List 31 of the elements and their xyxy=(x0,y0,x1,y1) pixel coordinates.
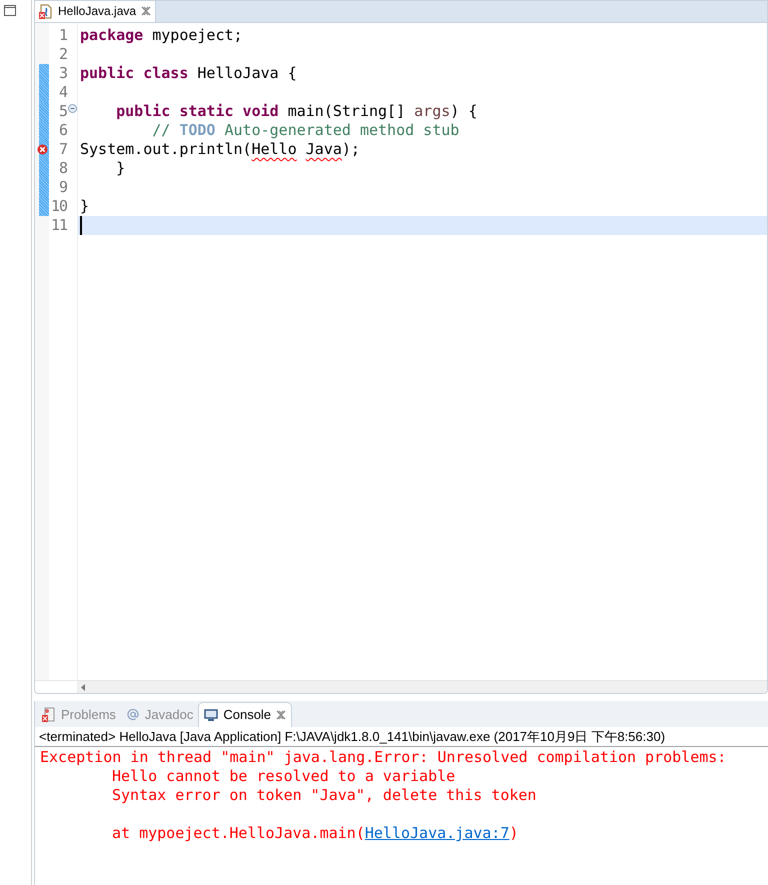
console-line: Hello cannot be resolved to a variable xyxy=(112,767,456,785)
problems-icon xyxy=(42,707,56,722)
panel-tab[interactable]: Problems xyxy=(37,702,121,727)
line-number: 9 xyxy=(58,178,67,197)
panel-tab[interactable]: Javadoc xyxy=(120,702,198,727)
console-line: Exception in thread "main" java.lang.Error: Unresolved compilation problems: xyxy=(40,748,726,766)
at-sign-icon xyxy=(126,707,140,722)
scroll-left-icon[interactable] xyxy=(81,684,85,690)
line-number: 1 xyxy=(58,26,67,45)
line-number: 4 xyxy=(58,83,67,102)
panel-tab[interactable]: Console xyxy=(198,702,292,727)
line-number: 2 xyxy=(58,45,67,64)
console-line: at mypoeject.HelloJava.main(HelloJava.java:7) xyxy=(112,824,518,842)
horizontal-scrollbar[interactable] xyxy=(77,681,767,693)
close-icon[interactable] xyxy=(141,6,152,16)
editor-tab[interactable]: HelloJava.java xyxy=(35,1,156,22)
console-line: Syntax error on token "Java", delete this token xyxy=(112,786,536,804)
monitor-icon xyxy=(204,708,218,722)
java-file-icon xyxy=(39,4,53,18)
line-number: 11 xyxy=(50,216,67,235)
line-number: 8 xyxy=(58,159,67,178)
line-number: 7 xyxy=(58,140,67,159)
line-number: 3 xyxy=(58,64,67,83)
close-icon[interactable] xyxy=(276,710,286,720)
text-cursor xyxy=(80,216,82,235)
collapse-icon[interactable] xyxy=(68,104,77,113)
source-link[interactable]: HelloJava.java:7 xyxy=(364,824,510,842)
maximize-icon[interactable] xyxy=(4,5,16,16)
line-number: 5 xyxy=(58,102,67,121)
line-number: 10 xyxy=(50,197,67,216)
line-number: 6 xyxy=(58,121,67,140)
